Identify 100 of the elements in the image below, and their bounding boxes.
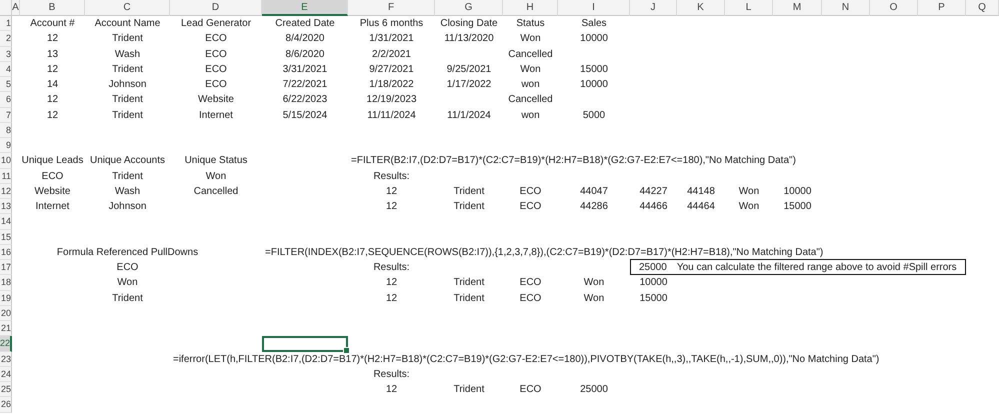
column-header[interactable]: P xyxy=(918,0,966,16)
row-header[interactable]: 16 xyxy=(0,244,12,260)
cell-text: 44148 xyxy=(687,186,715,197)
formula-text: =FILTER(INDEX(B2:I7,SEQUENCE(ROWS(B2:I7)),{1,2,3,7,8}),(C2:C7=B19)*(D2:D7=B17)*(H2:H7=B18),"No Matching Data") xyxy=(265,246,824,258)
row-header[interactable]: 17 xyxy=(0,260,12,276)
cell-text: Johnson xyxy=(108,79,146,90)
cell-text: Plus 6 months xyxy=(360,18,424,30)
column-header[interactable]: Q xyxy=(966,0,999,16)
row-header[interactable]: 22 xyxy=(0,336,12,352)
row-header[interactable]: 2 xyxy=(0,31,12,46)
cell-text: Account # xyxy=(30,18,75,30)
cell-text: 12/19/2023 xyxy=(366,94,417,106)
row-header[interactable]: 13 xyxy=(0,199,12,214)
cell-text: ECO xyxy=(42,170,64,182)
row-header[interactable]: 24 xyxy=(0,366,12,382)
cell-text: 3/31/2021 xyxy=(282,64,328,75)
cell-text: 10000 xyxy=(580,79,608,90)
cell-text: Won xyxy=(584,292,604,304)
cell-text: Created Date xyxy=(275,18,335,30)
cell-text: ECO xyxy=(520,384,542,396)
column-header[interactable]: A xyxy=(12,0,20,16)
row-header[interactable]: 8 xyxy=(0,122,12,138)
cell-text: 12 xyxy=(386,384,398,396)
cell-text: Website xyxy=(34,186,70,197)
row-header[interactable]: 11 xyxy=(0,168,12,184)
column-header[interactable]: D xyxy=(170,0,262,16)
row-header[interactable]: 6 xyxy=(0,92,12,108)
column-header[interactable]: O xyxy=(870,0,918,16)
row-header[interactable]: 19 xyxy=(0,290,12,306)
cell-text: ECO xyxy=(205,48,227,60)
row-header[interactable]: 9 xyxy=(0,138,12,154)
cell-text: Internet xyxy=(36,201,70,212)
row-header[interactable]: 4 xyxy=(0,62,12,77)
cell-text: Results: xyxy=(373,368,410,380)
cell-text: 44047 xyxy=(580,186,608,197)
cell-text: 10000 xyxy=(640,277,668,288)
cell-text: 1/31/2021 xyxy=(369,33,414,44)
cell-text: Trident xyxy=(112,94,143,106)
cell-text: 8/6/2020 xyxy=(286,48,324,60)
cell-text: Won xyxy=(520,33,541,44)
cell-text: Wash xyxy=(114,186,140,197)
column-header[interactable]: F xyxy=(348,0,435,16)
cell-text: ECO xyxy=(205,33,227,44)
cell-text: Results: xyxy=(373,170,410,182)
cell-text: ECO xyxy=(520,186,542,197)
cell-text: ECO xyxy=(520,277,542,288)
cell-text: 13 xyxy=(46,48,58,60)
cell-text: Account Name xyxy=(94,18,160,30)
row-header[interactable]: 15 xyxy=(0,230,12,245)
cell-text: 11/13/2020 xyxy=(444,33,494,44)
column-header[interactable]: N xyxy=(822,0,870,16)
cell-text: Trident xyxy=(454,186,484,197)
row-header[interactable]: 7 xyxy=(0,108,12,123)
column-header[interactable]: J xyxy=(630,0,677,16)
cell-text: Trident xyxy=(112,292,143,304)
column-header[interactable]: M xyxy=(773,0,822,16)
cell-text: ECO xyxy=(116,262,138,274)
cell-text: 2/2/2021 xyxy=(372,48,411,60)
row-header[interactable]: 20 xyxy=(0,306,12,321)
cell-text: Unique Leads xyxy=(22,155,84,166)
row-header[interactable]: 21 xyxy=(0,321,12,336)
cell-text: Website xyxy=(198,94,234,106)
cell-text: 9/25/2021 xyxy=(446,64,492,75)
cell-text: 12 xyxy=(46,94,58,106)
cell-text: 12 xyxy=(386,201,398,212)
row-header[interactable]: 18 xyxy=(0,275,12,290)
cell-text: 12 xyxy=(386,186,398,197)
row-header[interactable]: 25 xyxy=(0,382,12,398)
column-header[interactable]: L xyxy=(725,0,773,16)
cell-text: 12 xyxy=(46,64,58,75)
cell-text: ECO xyxy=(205,79,227,90)
column-header[interactable]: E xyxy=(262,0,348,16)
cell-text: 9/27/2021 xyxy=(369,64,414,75)
cell-text: Sales xyxy=(581,18,606,30)
row-header[interactable]: 23 xyxy=(0,352,12,367)
cell-text: 1/17/2022 xyxy=(446,79,492,90)
column-header[interactable]: H xyxy=(503,0,558,16)
cell-text: ECO xyxy=(520,201,542,212)
row-header[interactable]: 1 xyxy=(0,16,12,32)
formula-text: =FILTER(B2:I7,(D2:D7=B17)*(C2:C7=B19)*(H2:H7=B18)*(G2:G7-E2:E7<=180),"No Matching Data") xyxy=(351,155,796,166)
row-header[interactable]: 14 xyxy=(0,214,12,230)
formula-text: =iferror(LET(h,FILTER(B2:I7,(D2:D7=B17)*(H2:H7=B18)*(C2:C7=B19)*(G2:G7-E2:E7<=180)),PIVOTBY(TAKE(h,,3),,TAKE(h,,-1),SUM,,0)),"No Matching Data") xyxy=(173,354,880,365)
row-header[interactable]: 12 xyxy=(0,184,12,199)
cell-text: Unique Status xyxy=(184,155,248,166)
row-header[interactable]: 3 xyxy=(0,46,12,62)
row-header[interactable]: 26 xyxy=(0,397,12,412)
column-header[interactable]: B xyxy=(20,0,85,16)
row-header[interactable]: 5 xyxy=(0,77,12,92)
column-header[interactable]: G xyxy=(435,0,503,16)
cell-text: Johnson xyxy=(108,201,146,212)
row-header[interactable]: 10 xyxy=(0,153,12,168)
cell-text: ECO xyxy=(520,292,542,304)
cell-text: 6/22/2023 xyxy=(282,94,328,106)
cell-text: 44464 xyxy=(687,201,715,212)
cell-text: 44466 xyxy=(640,201,668,212)
column-header[interactable]: C xyxy=(85,0,170,16)
cell-text: Trident xyxy=(112,64,143,75)
column-header[interactable]: I xyxy=(558,0,630,16)
active-cell[interactable] xyxy=(262,336,348,352)
column-header[interactable]: K xyxy=(677,0,725,16)
